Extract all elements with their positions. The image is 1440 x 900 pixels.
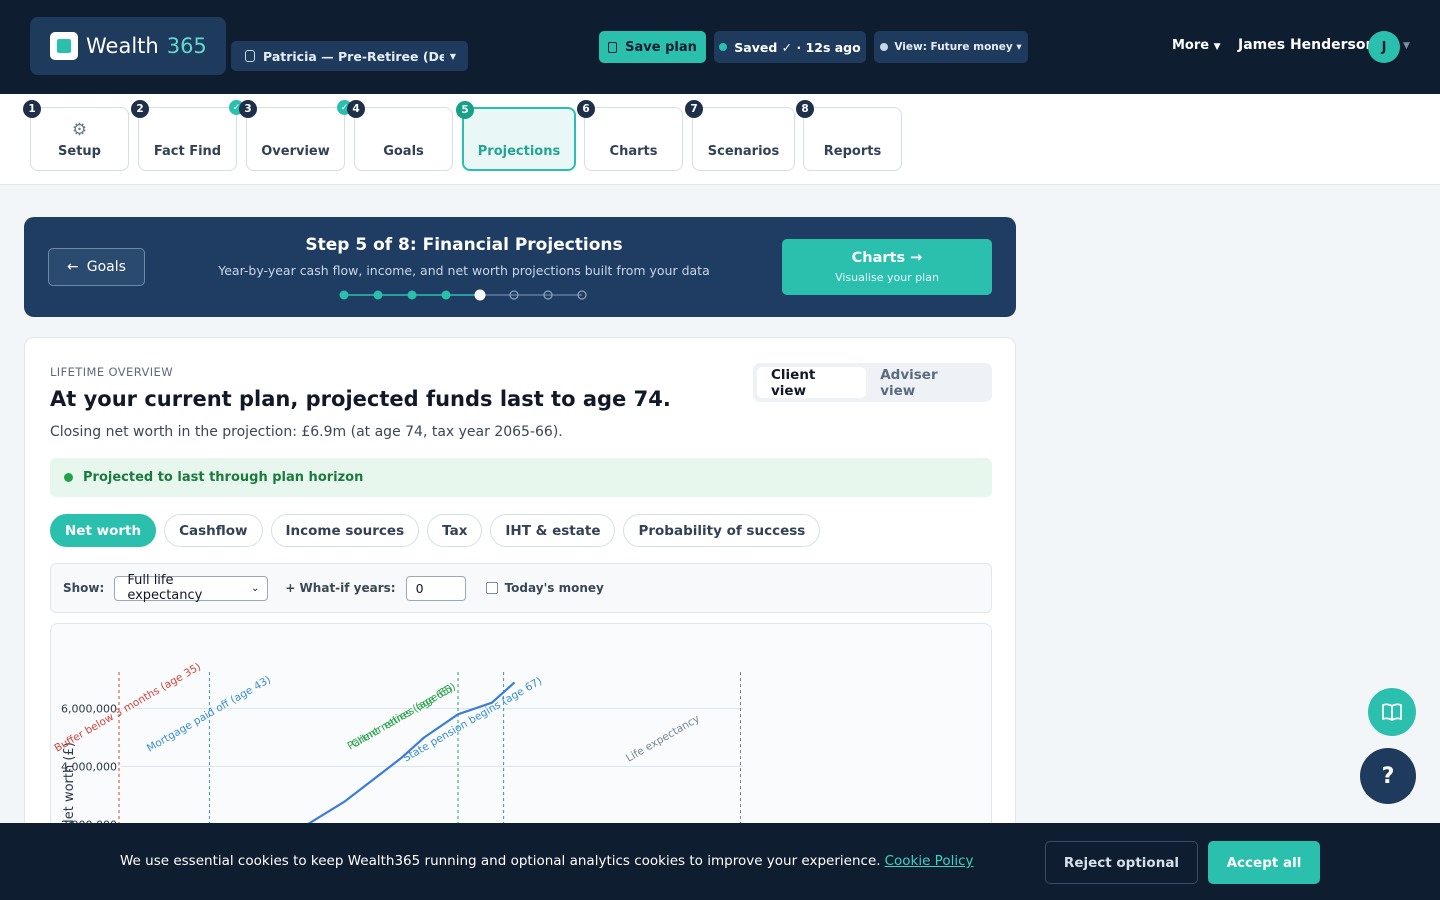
save-icon: [608, 41, 618, 53]
help-button[interactable]: ?: [1360, 748, 1416, 804]
view-toggle: Client view Adviser view: [753, 363, 992, 402]
whatif-years-input[interactable]: 0: [405, 575, 466, 601]
progress-dot-done: [441, 290, 451, 300]
show-select[interactable]: Full life expectancy ⌄: [114, 573, 269, 603]
chevron-down-icon[interactable]: ▼: [1403, 41, 1410, 51]
client-view-option[interactable]: Client view: [757, 367, 867, 399]
tab-probability-of-success[interactable]: Probability of success: [623, 514, 821, 547]
client-name: Patricia — Pre-Retiree (De...: [263, 48, 444, 64]
step-charts[interactable]: 6 Charts: [577, 100, 683, 171]
projection-tabs: Net worth Cashflow Income sources Tax IH…: [50, 514, 821, 547]
success-dot-icon: [64, 473, 73, 482]
avatar[interactable]: J: [1368, 31, 1400, 63]
cookie-policy-link[interactable]: Cookie Policy: [885, 853, 974, 869]
tab-cashflow[interactable]: Cashflow: [164, 514, 263, 547]
step-reports[interactable]: 8 Reports: [796, 100, 902, 171]
step-scenarios[interactable]: 7 Scenarios: [685, 100, 795, 171]
step-fact-find[interactable]: 2 ✓ Fact Find: [131, 100, 244, 171]
step-subtitle: Year-by-year cash flow, income, and net …: [218, 263, 710, 278]
whatif-label: + What-if years:: [285, 581, 396, 595]
show-label: Show:: [63, 581, 105, 595]
gear-icon: ⚙: [71, 119, 88, 140]
person-icon: [245, 50, 255, 62]
accept-all-button[interactable]: Accept all: [1208, 841, 1320, 884]
todays-money-checkbox[interactable]: [485, 582, 498, 594]
save-plan-button[interactable]: Save plan: [599, 31, 706, 63]
cookie-banner: We use essential cookies to keep Wealth3…: [0, 823, 1440, 900]
book-icon: [1382, 703, 1402, 721]
step-progress: [339, 289, 587, 301]
brand-name: Wealth 365: [86, 34, 207, 58]
summary-text: Closing net worth in the projection: £6.…: [50, 424, 563, 440]
page-title: At your current plan, projected funds la…: [50, 387, 671, 411]
reject-optional-button[interactable]: Reject optional: [1045, 841, 1198, 884]
user-name[interactable]: James Henderson: [1238, 37, 1375, 53]
status-banner: Projected to last through plan horizon: [50, 458, 992, 497]
chart-filters: Show: Full life expectancy ⌄ + What-if y…: [50, 563, 992, 613]
step-header-banner: ← Goals Step 5 of 8: Financial Projectio…: [24, 217, 1016, 317]
more-menu-button[interactable]: More ▼: [1172, 38, 1221, 53]
step-navigation: 1 ⚙ Setup 2 ✓ Fact Find 3 ✓ Overview 4 G…: [0, 94, 1440, 185]
lifetime-overview-card: LIFETIME OVERVIEW At your current plan, …: [24, 337, 1016, 863]
tab-income-sources[interactable]: Income sources: [270, 514, 420, 547]
y-axis-label: Net worth (£): [62, 742, 77, 829]
next-step-button[interactable]: Charts → Visualise your plan: [782, 239, 992, 295]
tab-tax[interactable]: Tax: [427, 514, 483, 547]
view-mode-dropdown[interactable]: View: Future money ▾: [874, 31, 1028, 63]
step-title: Step 5 of 8: Financial Projections: [305, 235, 623, 255]
section-eyebrow: LIFETIME OVERVIEW: [50, 365, 173, 379]
cookie-message: We use essential cookies to keep Wealth3…: [120, 853, 974, 869]
status-dot-icon: [719, 43, 728, 51]
todays-money-label: Today's money: [504, 581, 604, 595]
chevron-down-icon: ▼: [1213, 42, 1221, 52]
chevron-down-icon: ⌄: [250, 582, 260, 594]
step-projections[interactable]: 5 Projections: [456, 101, 576, 171]
client-selector[interactable]: Patricia — Pre-Retiree (De... ▼: [231, 41, 468, 71]
top-bar: Wealth 365 Patricia — Pre-Retiree (De... …: [0, 0, 1440, 94]
view-dot-icon: [880, 43, 889, 51]
guide-button[interactable]: [1368, 688, 1416, 736]
marker-label: State pension begins (age 67): [401, 675, 544, 765]
adviser-view-option[interactable]: Adviser view: [866, 367, 988, 399]
brand-logo[interactable]: Wealth 365: [30, 17, 226, 75]
chevron-down-icon: ▼: [449, 51, 456, 61]
progress-dot-done: [373, 290, 383, 300]
step-setup[interactable]: 1 ⚙ Setup: [23, 100, 129, 171]
progress-dot-done: [407, 290, 417, 300]
progress-dot-current: [474, 289, 486, 301]
step-goals[interactable]: 4 Goals: [347, 100, 453, 171]
tab-iht-estate[interactable]: IHT & estate: [490, 514, 616, 547]
tab-net-worth[interactable]: Net worth: [50, 514, 157, 547]
saved-status-badge: Saved ✓ · 12s ago: [714, 31, 866, 63]
logo-mark-icon: [50, 32, 78, 60]
step-overview[interactable]: 3 ✓ Overview: [239, 100, 352, 171]
marker-label: Life expectancy: [624, 713, 702, 765]
progress-dot-done: [339, 290, 349, 300]
